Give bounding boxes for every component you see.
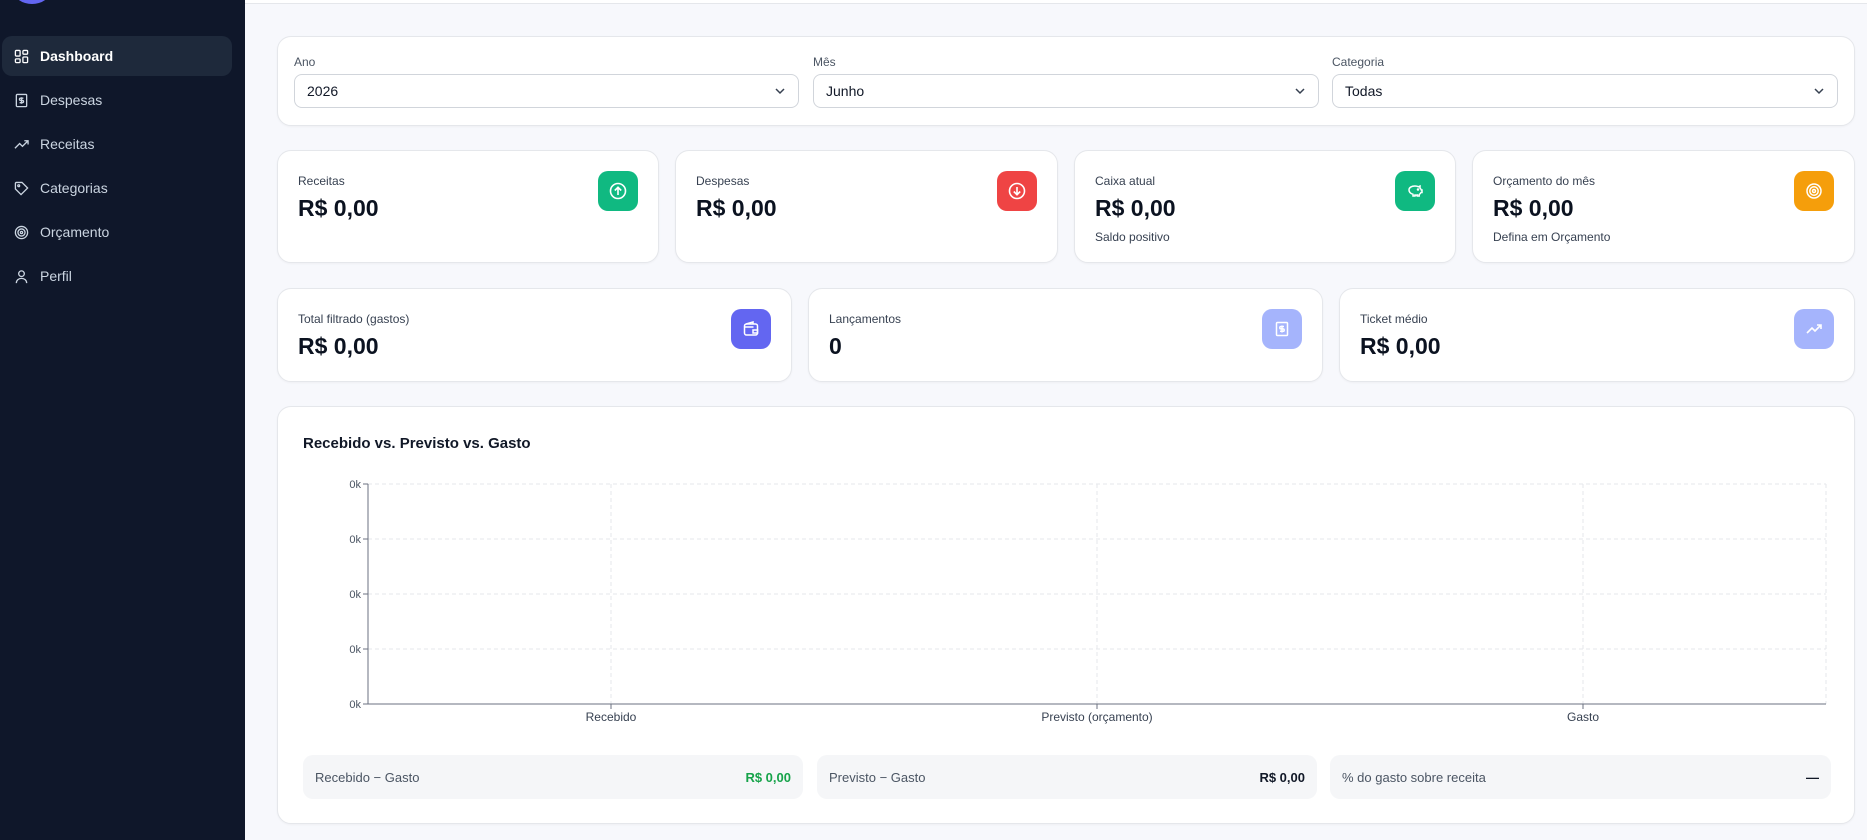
y-tick-label: 0k (349, 644, 361, 656)
chart-card: Recebido vs. Previsto vs. Gasto 0k 0k 0k 0k… (277, 406, 1855, 824)
y-tick-label: 0k (349, 534, 361, 546)
stat-value: 0 (829, 333, 842, 359)
summary-previsto-gasto: Previsto − Gasto R$ 0,00 (817, 755, 1317, 799)
top-bar-divider (245, 0, 1867, 4)
filter-label: Ano (294, 55, 316, 69)
sidebar-item-dashboard[interactable]: Dashboard (2, 36, 232, 76)
arrow-down-circle-icon (997, 171, 1037, 211)
stat-value: R$ 0,00 (696, 195, 777, 221)
sidebar: Dashboard Despesas Receitas Categorias O… (0, 0, 245, 840)
stat-value: R$ 0,00 (298, 195, 379, 221)
filter-label: Categoria (1332, 55, 1385, 69)
summary-value: R$ 0,00 (1259, 769, 1305, 785)
user-icon (14, 269, 29, 284)
dashboard-grid-icon (14, 49, 29, 64)
select-value: Junho (826, 83, 865, 99)
stat-card-despesas: Despesas R$ 0,00 (675, 150, 1058, 263)
x-tick-label: Previsto (orçamento) (1041, 710, 1152, 724)
stat-value: R$ 0,00 (1493, 195, 1574, 221)
sidebar-item-receitas[interactable]: Receitas (2, 124, 232, 164)
x-tick-label: Recebido (586, 710, 637, 724)
sidebar-item-despesas[interactable]: Despesas (2, 80, 232, 120)
sidebar-item-orcamento[interactable]: Orçamento (2, 212, 232, 252)
summary-percent-gasto: % do gasto sobre receita — (1330, 755, 1831, 799)
stat-label: Ticket médio (1360, 312, 1428, 326)
stat-card-orcamento-do-mes: Orçamento do mês R$ 0,00 Defina em Orçam… (1472, 150, 1855, 263)
summary-label: Previsto − Gasto (829, 769, 926, 785)
arrow-up-circle-icon (598, 171, 638, 211)
stat-card-receitas: Receitas R$ 0,00 (277, 150, 659, 263)
filters-panel: Ano 2026 Mês Junho Categoria Todas (277, 36, 1855, 126)
summary-value: R$ 0,00 (745, 769, 791, 785)
stat-value: R$ 0,00 (1360, 333, 1441, 359)
stat-value: R$ 0,00 (1095, 195, 1176, 221)
summary-recebido-gasto: Recebido − Gasto R$ 0,00 (303, 755, 803, 799)
receipt-icon (1262, 309, 1302, 349)
stat-card-lancamentos: Lançamentos 0 (808, 288, 1323, 382)
stat-label: Receitas (298, 174, 345, 188)
stat-label: Despesas (696, 174, 750, 188)
x-tick-label: Gasto (1567, 710, 1599, 724)
sidebar-item-categorias[interactable]: Categorias (2, 168, 232, 208)
sidebar-item-label: Dashboard (40, 48, 114, 64)
sidebar-item-perfil[interactable]: Perfil (2, 256, 232, 296)
stat-card-caixa-atual: Caixa atual R$ 0,00 Saldo positivo (1074, 150, 1456, 263)
stat-label: Caixa atual (1095, 174, 1156, 188)
categoria-select[interactable]: Todas (1332, 74, 1838, 108)
stat-subtext: Defina em Orçamento (1493, 230, 1611, 244)
sidebar-nav: Dashboard Despesas Receitas Categorias O… (0, 36, 245, 300)
select-value: Todas (1345, 83, 1383, 99)
app-logo (14, 0, 50, 4)
sidebar-item-label: Receitas (40, 136, 95, 152)
chevron-down-icon (1295, 88, 1305, 95)
mes-select[interactable]: Junho (813, 74, 1319, 108)
target-icon (1794, 171, 1834, 211)
summary-value: — (1806, 769, 1819, 785)
stat-value: R$ 0,00 (298, 333, 379, 359)
filter-label: Mês (813, 55, 836, 69)
bar-chart: 0k 0k 0k 0k 0k Recebido Previsto (orçamento) Ga… (349, 479, 1827, 724)
tag-icon (14, 181, 29, 196)
target-icon (14, 225, 29, 240)
chevron-down-icon (775, 88, 785, 95)
stat-card-ticket-medio: Ticket médio R$ 0,00 (1339, 288, 1855, 382)
ano-select[interactable]: 2026 (294, 74, 799, 108)
trending-up-icon (14, 137, 29, 152)
summary-label: Recebido − Gasto (315, 769, 420, 785)
y-tick-label: 0k (349, 699, 361, 711)
chevron-down-icon (1814, 88, 1824, 95)
y-tick-label: 0k (349, 479, 361, 491)
trending-up-icon (1794, 309, 1834, 349)
wallet-icon (731, 309, 771, 349)
sidebar-item-label: Despesas (40, 92, 103, 108)
select-value: 2026 (307, 83, 339, 99)
stat-card-total-filtrado: Total filtrado (gastos) R$ 0,00 (277, 288, 792, 382)
summary-label: % do gasto sobre receita (1342, 769, 1486, 785)
stat-subtext: Saldo positivo (1095, 230, 1170, 244)
y-tick-label: 0k (349, 589, 361, 601)
piggy-bank-icon (1395, 171, 1435, 211)
sidebar-item-label: Orçamento (40, 224, 110, 240)
sidebar-item-label: Perfil (40, 268, 72, 284)
stat-label: Total filtrado (gastos) (298, 312, 410, 326)
receipt-icon (14, 93, 29, 108)
stat-label: Lançamentos (829, 312, 902, 326)
stat-label: Orçamento do mês (1493, 174, 1596, 188)
sidebar-item-label: Categorias (40, 180, 108, 196)
